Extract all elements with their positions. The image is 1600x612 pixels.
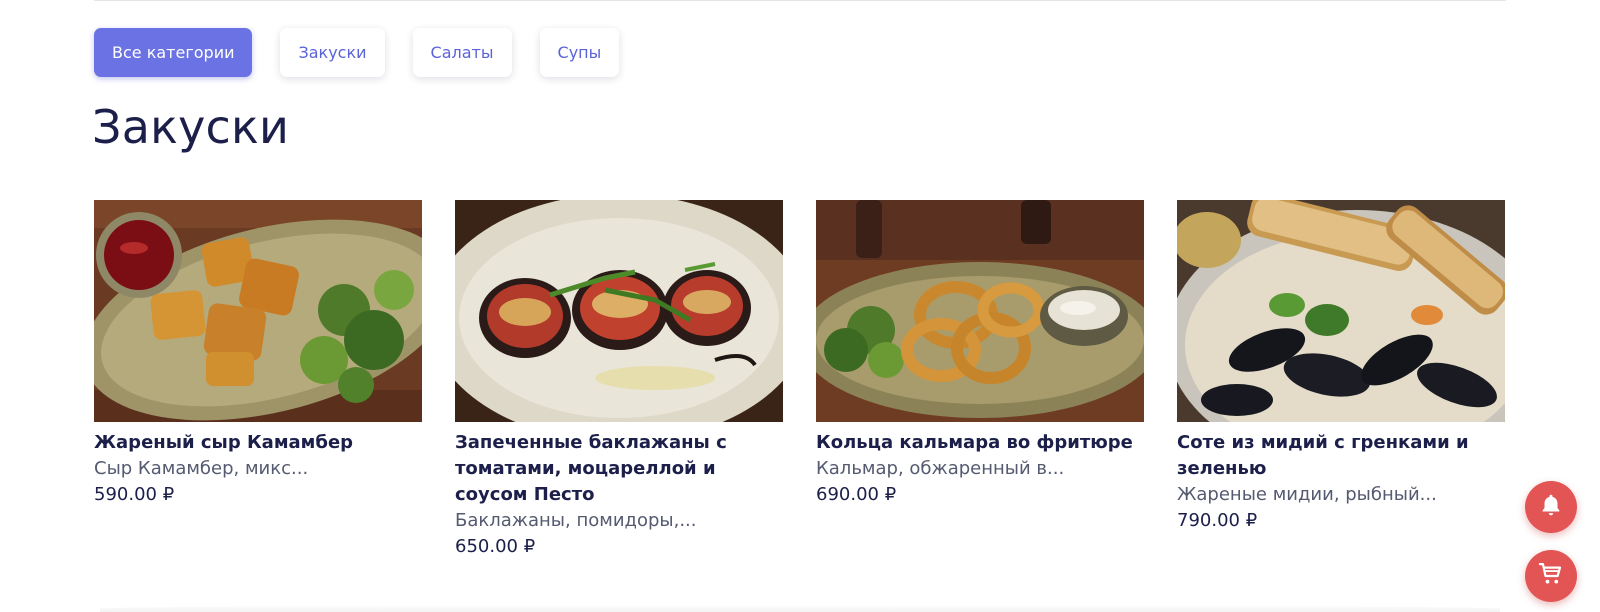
product-card[interactable]: Запеченные баклажаны с томатами, моцарел… [455, 200, 783, 560]
product-description: Кальмар, обжаренный в... [816, 458, 1065, 479]
notifications-button[interactable] [1525, 481, 1577, 533]
top-divider [94, 0, 1506, 1]
product-card[interactable]: Соте из мидий с гренками и зеленью Жарен… [1177, 200, 1505, 560]
cart-icon [1537, 560, 1565, 592]
bell-icon [1538, 492, 1564, 522]
mussels-saute-photo[interactable] [1177, 200, 1505, 422]
tab-salads[interactable]: Салаты [412, 28, 512, 77]
product-name[interactable]: Кольца кальмара во фритюре [816, 430, 1144, 456]
tab-soups[interactable]: Супы [539, 28, 620, 77]
product-price: 790.00 ₽ [1177, 510, 1258, 531]
product-description: Сыр Камамбер, микс... [94, 458, 309, 479]
product-description: Жареные мидии, рыбный... [1177, 484, 1437, 505]
product-price: 650.00 ₽ [455, 536, 536, 557]
product-price: 590.00 ₽ [94, 484, 175, 505]
product-card[interactable]: Кольца кальмара во фритюре Кальмар, обжа… [816, 200, 1144, 560]
category-tabs: Все категории Закуски Салаты Супы [94, 28, 620, 77]
squid-rings-photo[interactable] [816, 200, 1144, 422]
product-grid: Жареный сыр Камамбер Сыр Камамбер, микс.… [94, 200, 1505, 560]
product-name[interactable]: Соте из мидий с гренками и зеленью [1177, 430, 1505, 482]
product-name[interactable]: Жареный сыр Камамбер [94, 430, 422, 456]
footer-shadow [100, 605, 1500, 612]
cart-button[interactable] [1525, 550, 1577, 602]
tab-snacks[interactable]: Закуски [280, 28, 385, 77]
fried-camembert-photo[interactable] [94, 200, 422, 422]
product-description: Баклажаны, помидоры,... [455, 510, 697, 531]
tab-all-categories[interactable]: Все категории [94, 28, 253, 77]
section-title: Закуски [92, 100, 290, 154]
baked-eggplant-photo[interactable] [455, 200, 783, 422]
product-card[interactable]: Жареный сыр Камамбер Сыр Камамбер, микс.… [94, 200, 422, 560]
product-price: 690.00 ₽ [816, 484, 897, 505]
product-name[interactable]: Запеченные баклажаны с томатами, моцарел… [455, 430, 783, 508]
